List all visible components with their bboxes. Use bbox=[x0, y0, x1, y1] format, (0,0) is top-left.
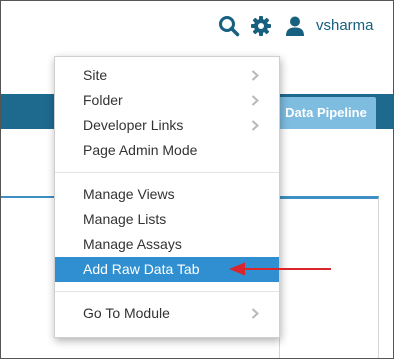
search-icon[interactable] bbox=[218, 15, 240, 37]
top-header: vsharma bbox=[1, 1, 393, 51]
gear-icon[interactable] bbox=[250, 15, 272, 37]
menu-item-label: Folder bbox=[83, 92, 123, 108]
menu-item-label: Go To Module bbox=[83, 305, 170, 321]
chevron-right-icon bbox=[251, 308, 259, 319]
menu-item-developer-links[interactable]: Developer Links bbox=[55, 113, 279, 138]
menu-item-manage-assays[interactable]: Manage Assays bbox=[55, 232, 279, 257]
menu-item-folder[interactable]: Folder bbox=[55, 88, 279, 113]
menu-item-manage-lists[interactable]: Manage Lists bbox=[55, 207, 279, 232]
tab-data-pipeline[interactable]: Data Pipeline bbox=[276, 97, 376, 129]
app-window: vsharma Data Pipeline Site Folder Develo… bbox=[0, 0, 394, 359]
menu-item-label: Manage Views bbox=[83, 186, 175, 202]
menu-item-label: Add Raw Data Tab bbox=[83, 261, 200, 277]
admin-dropdown-menu: Site Folder Developer Links Page Admin M… bbox=[54, 56, 280, 338]
chevron-right-icon bbox=[251, 95, 259, 106]
username-link[interactable]: vsharma bbox=[316, 17, 374, 34]
chevron-right-icon bbox=[251, 70, 259, 81]
menu-item-label: Manage Assays bbox=[83, 236, 182, 252]
menu-item-site[interactable]: Site bbox=[55, 63, 279, 88]
menu-item-manage-views[interactable]: Manage Views bbox=[55, 182, 279, 207]
user-icon[interactable] bbox=[284, 15, 306, 37]
content-panel-border bbox=[1, 196, 61, 198]
menu-divider bbox=[55, 172, 279, 173]
chevron-right-icon bbox=[251, 120, 259, 131]
menu-item-label: Developer Links bbox=[83, 117, 184, 133]
menu-item-page-admin-mode[interactable]: Page Admin Mode bbox=[55, 138, 279, 163]
menu-item-label: Page Admin Mode bbox=[83, 142, 198, 158]
menu-item-go-to-module[interactable]: Go To Module bbox=[55, 301, 279, 326]
menu-item-label: Manage Lists bbox=[83, 211, 167, 227]
menu-item-label: Site bbox=[83, 67, 108, 83]
menu-divider bbox=[55, 291, 279, 292]
annotation-arrow-icon bbox=[229, 262, 331, 276]
